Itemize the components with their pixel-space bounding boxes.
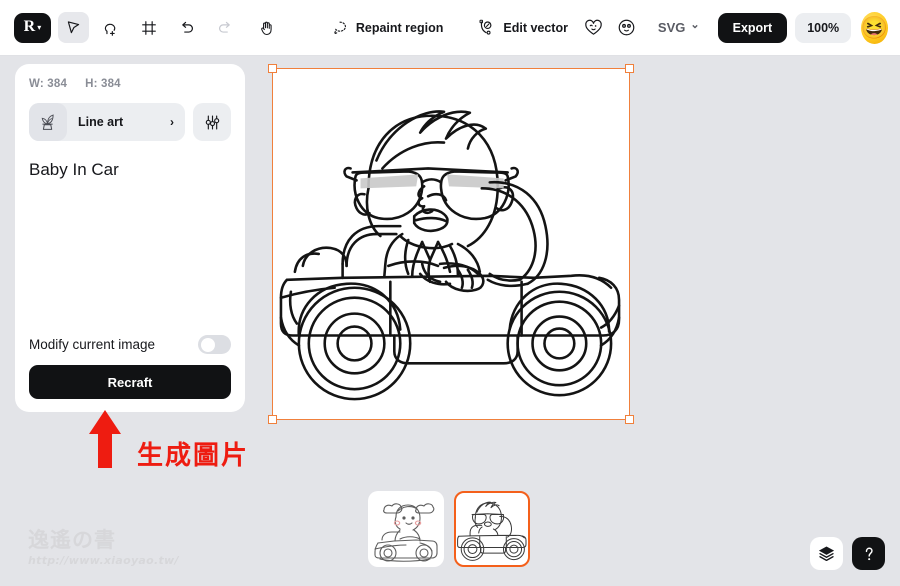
selection-handle-top-right[interactable] bbox=[625, 64, 634, 73]
format-select[interactable]: SVG ⌄ bbox=[654, 19, 704, 35]
dimensions-row: W: 384 H: 384 bbox=[29, 78, 231, 90]
lasso-tool-button[interactable] bbox=[96, 12, 127, 43]
user-avatar[interactable]: 😆 bbox=[861, 11, 888, 44]
recraft-logo-button[interactable]: R ▾ bbox=[14, 12, 51, 43]
select-tool-button[interactable] bbox=[57, 12, 89, 43]
edit-vector-button[interactable]: Edit vector bbox=[471, 12, 574, 44]
style-row: Line art › bbox=[29, 103, 231, 141]
selection-handle-bottom-right[interactable] bbox=[625, 415, 634, 424]
thumbnail-1-preview bbox=[374, 503, 438, 562]
recraft-button[interactable]: Recraft bbox=[29, 365, 231, 399]
hand-icon bbox=[261, 21, 272, 35]
recraft-logo-icon: R bbox=[23, 17, 36, 35]
redo-icon bbox=[219, 21, 231, 33]
selection-handle-top-left[interactable] bbox=[268, 64, 277, 73]
artwork-baby-in-car bbox=[279, 110, 621, 401]
repaint-region-icon bbox=[333, 21, 346, 35]
prompt-text[interactable]: Baby In Car bbox=[29, 159, 231, 181]
selection-handle-bottom-left[interactable] bbox=[268, 415, 277, 424]
chevron-down-icon: ⌄ bbox=[690, 19, 700, 31]
watermark-url: http://www.xiaoyao.tw/ bbox=[28, 554, 179, 567]
chevron-right-icon: › bbox=[170, 115, 174, 129]
question-mark-icon bbox=[865, 547, 873, 560]
avatar-emoji: 😆 bbox=[861, 14, 888, 40]
format-select-value: SVG bbox=[657, 20, 686, 35]
toggle-knob bbox=[201, 337, 215, 352]
style-settings-button[interactable] bbox=[193, 103, 231, 141]
generation-panel: W: 384 H: 384 Line art › Baby In Car Mod… bbox=[15, 64, 245, 412]
thumbnail-item-1[interactable] bbox=[368, 491, 444, 567]
artboard[interactable] bbox=[268, 64, 634, 424]
style-thumbnail bbox=[29, 103, 67, 141]
edit-vector-label: Edit vector bbox=[503, 20, 568, 35]
app-root: R ▾ Repaint region Edit vector SVG ⌄ Exp… bbox=[0, 0, 900, 586]
tool-group bbox=[51, 12, 283, 43]
width-label: W: 384 bbox=[29, 78, 68, 90]
height-label: H: 384 bbox=[85, 78, 121, 90]
thumbnail-2-preview bbox=[457, 501, 527, 561]
modify-current-image-row: Modify current image bbox=[29, 335, 231, 354]
frame-tool-button[interactable] bbox=[134, 12, 165, 43]
lasso-add-icon bbox=[105, 23, 116, 36]
thumbnail-strip bbox=[368, 491, 530, 567]
watermark: 逸遙の書 http://www.xiaoyao.tw/ bbox=[28, 528, 179, 568]
crop-frame-icon bbox=[142, 20, 157, 35]
style-heart-face-button[interactable] bbox=[581, 12, 607, 43]
zoom-level-button[interactable]: 100% bbox=[795, 12, 852, 43]
heart-face-icon bbox=[585, 19, 603, 35]
layers-button[interactable] bbox=[810, 537, 843, 570]
top-toolbar: R ▾ Repaint region Edit vector SVG ⌄ Exp… bbox=[0, 0, 900, 56]
cursor-icon bbox=[67, 21, 80, 34]
arrow-up-icon bbox=[89, 410, 121, 468]
redo-button[interactable] bbox=[210, 12, 241, 43]
modify-current-image-toggle[interactable] bbox=[198, 335, 231, 354]
repaint-region-label: Repaint region bbox=[355, 20, 444, 35]
panel-footer: Modify current image Recraft bbox=[29, 335, 231, 399]
undo-icon bbox=[182, 21, 194, 33]
repaint-region-button[interactable]: Repaint region bbox=[325, 12, 450, 44]
modify-current-image-label: Modify current image bbox=[29, 337, 156, 352]
plant-icon bbox=[41, 114, 54, 130]
bottom-right-controls bbox=[810, 537, 885, 570]
undo-button[interactable] bbox=[172, 12, 203, 43]
annotation-overlay: 生成圖片 bbox=[85, 408, 250, 471]
style-selector-button[interactable]: Line art › bbox=[29, 103, 185, 141]
annotation-text: 生成圖片 bbox=[137, 440, 250, 471]
style-round-face-button[interactable] bbox=[614, 12, 640, 43]
canvas-selection[interactable] bbox=[268, 64, 634, 424]
help-button[interactable] bbox=[852, 537, 885, 570]
thumbnail-item-2[interactable] bbox=[454, 491, 530, 567]
edit-vector-icon bbox=[479, 19, 492, 35]
style-label: Line art bbox=[78, 115, 124, 129]
hand-tool-button[interactable] bbox=[252, 12, 283, 43]
sliders-icon bbox=[205, 114, 219, 130]
chevron-down-icon: ▾ bbox=[37, 22, 42, 32]
export-button[interactable]: Export bbox=[717, 12, 788, 43]
watermark-logo: 逸遙の書 bbox=[28, 528, 116, 552]
round-face-icon bbox=[619, 19, 635, 36]
layers-icon bbox=[818, 546, 835, 562]
